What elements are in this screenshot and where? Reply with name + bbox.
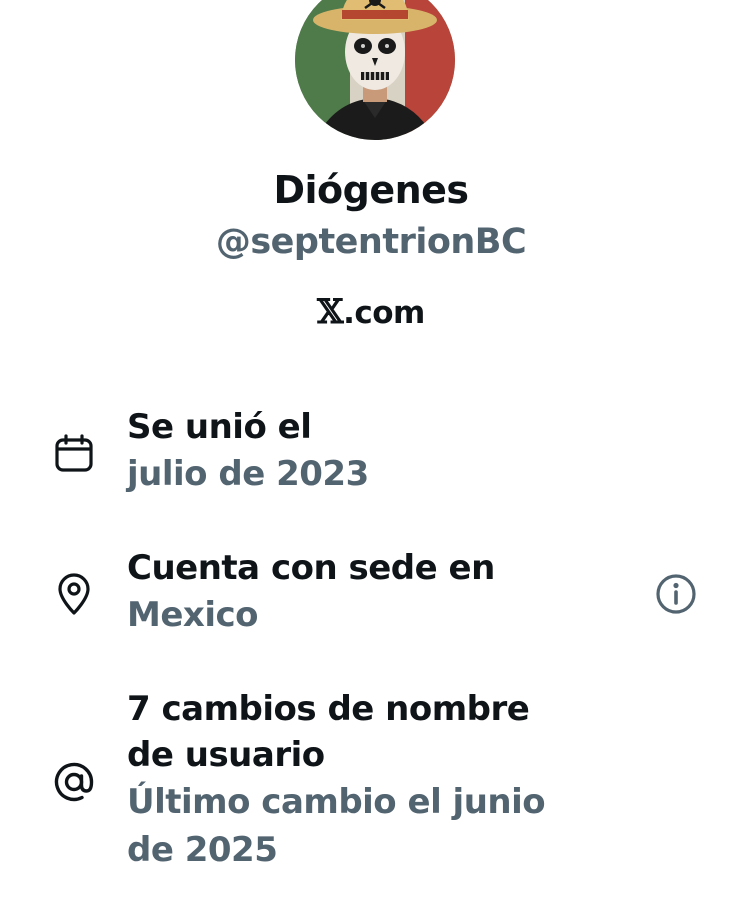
location-pin-icon — [52, 572, 96, 616]
display-name: Diógenes — [273, 168, 469, 212]
joined-title: Se unió el — [127, 407, 312, 447]
user-handle: @septentrionBC — [215, 222, 527, 262]
last-change-line2: de 2025 — [127, 830, 278, 870]
username-changes-title-line1: 7 cambios de nombre — [127, 689, 530, 729]
location-title: Cuenta con sede en — [127, 548, 495, 588]
profile-about-page: Diógenes @septentrionBC 𝕏.com Se unió el… — [0, 0, 742, 918]
site-label: 𝕏.com — [0, 292, 742, 332]
location-value: Mexico — [127, 595, 259, 635]
last-change-line1: Último cambio el junio — [127, 782, 546, 822]
username-changes-info: 7 cambios de nombre de usuario Último ca… — [127, 686, 567, 874]
calendar-icon — [52, 432, 96, 476]
avatar[interactable] — [295, 0, 455, 140]
at-sign-icon — [52, 760, 96, 804]
site-suffix: .com — [343, 295, 425, 331]
location-info: Cuenta con sede en Mexico — [127, 545, 567, 639]
info-icon[interactable] — [654, 572, 698, 616]
username-changes-title-line2: de usuario — [127, 735, 325, 775]
joined-info: Se unió el julio de 2023 — [127, 404, 567, 498]
avatar-image — [295, 0, 455, 140]
x-logo-icon: 𝕏 — [317, 292, 344, 332]
joined-date: julio de 2023 — [127, 454, 369, 494]
